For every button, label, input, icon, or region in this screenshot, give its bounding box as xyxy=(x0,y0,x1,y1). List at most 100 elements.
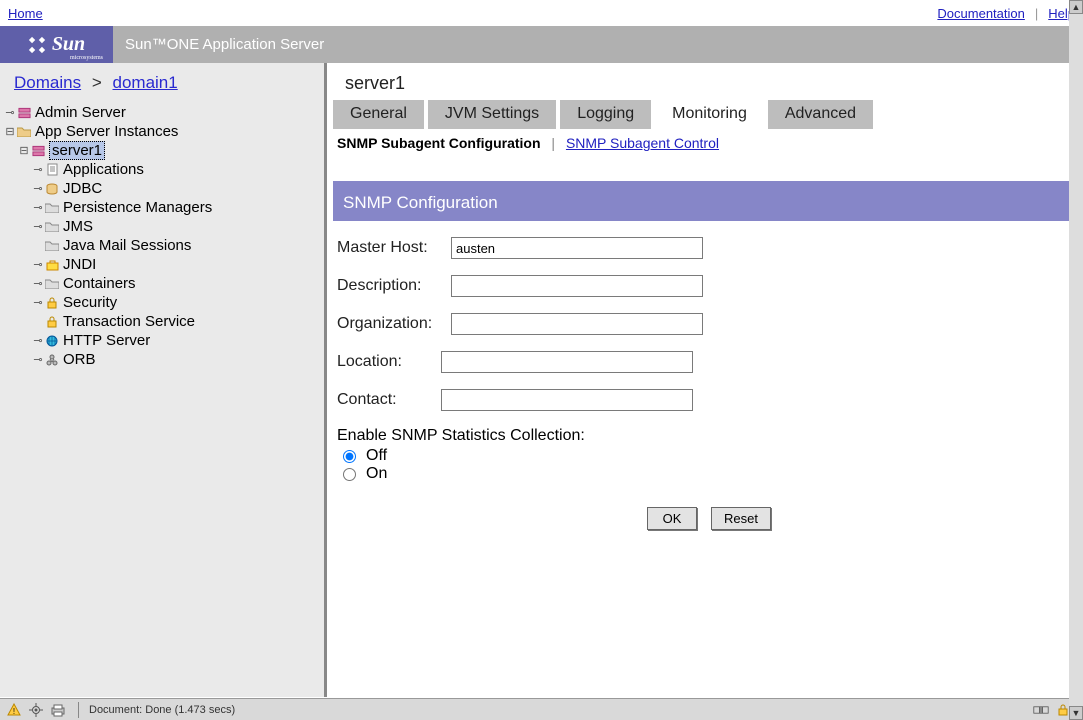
status-split-icon[interactable] xyxy=(1033,703,1049,717)
tree-toggle-icon[interactable]: ⊸ xyxy=(32,277,44,290)
organization-label: Organization: xyxy=(337,315,451,333)
contact-label: Contact: xyxy=(337,391,441,409)
subtabs: SNMP Subagent Configuration | SNMP Subag… xyxy=(327,129,1083,157)
topbar-separator: | xyxy=(1035,6,1038,21)
tree-label: Transaction Service xyxy=(63,313,195,330)
statusbar: ! Document: Done (1.473 secs) xyxy=(0,698,1083,720)
tree-toggle-icon[interactable]: ⊟ xyxy=(18,144,30,157)
snmp-config-form: Master Host: Description: Organization: … xyxy=(333,221,1077,530)
breadcrumb-domain1[interactable]: domain1 xyxy=(113,73,178,92)
ok-button[interactable]: OK xyxy=(647,507,697,530)
tree-toggle-icon[interactable]: ⊸ xyxy=(32,163,44,176)
enable-snmp-label: Enable SNMP Statistics Collection: xyxy=(337,427,1077,445)
banner: Sun microsystems Sun™ONE Application Ser… xyxy=(0,26,1083,63)
radio-on[interactable] xyxy=(343,468,356,481)
tree-toggle-icon[interactable]: ⊸ xyxy=(32,220,44,233)
tree-label: ORB xyxy=(63,351,96,368)
tab-monitoring[interactable]: Monitoring xyxy=(655,100,764,129)
tree-label: HTTP Server xyxy=(63,332,150,349)
tree-admin-server[interactable]: ⊸ Admin Server xyxy=(4,103,316,122)
window-scrollbar[interactable]: ▲ ▼ xyxy=(1069,0,1083,720)
description-input[interactable] xyxy=(451,275,703,297)
logo-subtext: microsystems xyxy=(70,55,103,61)
tree-toggle-icon[interactable]: ⊸ xyxy=(4,106,16,119)
tab-advanced[interactable]: Advanced xyxy=(768,100,873,129)
tree-toggle-icon[interactable]: ⊟ xyxy=(4,125,16,138)
topbar: Home Documentation | Help xyxy=(0,0,1083,26)
jndi-icon xyxy=(44,259,60,271)
folder-icon xyxy=(44,221,60,232)
organization-input[interactable] xyxy=(451,313,703,335)
tree-panel: Domains > domain1 ⊸ Admin Server ⊟ App S… xyxy=(0,63,327,697)
subtab-snmp-config[interactable]: SNMP Subagent Configuration xyxy=(337,135,541,151)
lock-icon xyxy=(44,316,60,328)
tree: ⊸ Admin Server ⊟ App Server Instances ⊟ … xyxy=(0,103,324,369)
tab-general[interactable]: General xyxy=(333,100,424,129)
snmp-config-panel: SNMP Configuration Master Host: Descript… xyxy=(333,181,1077,530)
tree-toggle-icon[interactable]: ⊸ xyxy=(32,296,44,309)
tab-jvm-settings[interactable]: JVM Settings xyxy=(428,100,556,129)
folder-icon xyxy=(44,278,60,289)
status-gear-icon xyxy=(28,703,44,717)
svg-text:!: ! xyxy=(13,707,15,716)
sun-icon xyxy=(28,36,46,54)
home-link[interactable]: Home xyxy=(8,6,43,21)
scroll-up-icon[interactable]: ▲ xyxy=(1069,0,1083,14)
statusbar-separator xyxy=(78,702,79,718)
tree-toggle-icon[interactable]: ⊸ xyxy=(32,182,44,195)
location-input[interactable] xyxy=(441,351,693,373)
master-host-input[interactable] xyxy=(451,237,703,259)
tree-http-server[interactable]: ⊸ HTTP Server xyxy=(4,331,316,350)
tab-logging[interactable]: Logging xyxy=(560,100,651,129)
tree-label: Security xyxy=(63,294,117,311)
document-icon xyxy=(44,163,60,176)
tree-server1[interactable]: ⊟ server1 xyxy=(4,141,316,160)
documentation-link[interactable]: Documentation xyxy=(937,6,1024,21)
tree-toggle-icon[interactable]: ⊸ xyxy=(32,334,44,347)
contact-input[interactable] xyxy=(441,389,693,411)
globe-icon xyxy=(44,335,60,347)
content-panel: server1 General JVM Settings Logging Mon… xyxy=(327,63,1083,697)
panel-header: SNMP Configuration xyxy=(333,181,1077,221)
server-icon xyxy=(30,145,46,157)
tree-label: Applications xyxy=(63,161,144,178)
tabs: General JVM Settings Logging Monitoring … xyxy=(327,100,1083,129)
server-icon xyxy=(16,107,32,119)
folder-icon xyxy=(44,240,60,251)
reset-button[interactable]: Reset xyxy=(711,507,771,530)
tree-jndi[interactable]: ⊸ JNDI xyxy=(4,255,316,274)
tree-jms[interactable]: ⊸ JMS xyxy=(4,217,316,236)
tree-toggle-icon[interactable]: ⊸ xyxy=(32,201,44,214)
tree-security[interactable]: ⊸ Security xyxy=(4,293,316,312)
tree-applications[interactable]: ⊸ Applications xyxy=(4,160,316,179)
tree-jdbc[interactable]: ⊸ JDBC xyxy=(4,179,316,198)
orb-icon xyxy=(44,354,60,366)
radio-off[interactable] xyxy=(343,450,356,463)
subtab-snmp-control[interactable]: SNMP Subagent Control xyxy=(566,135,719,151)
tree-label: App Server Instances xyxy=(35,123,178,140)
status-print-icon xyxy=(50,703,66,717)
statusbar-text: Document: Done (1.473 secs) xyxy=(85,704,1033,716)
tree-app-server-instances[interactable]: ⊟ App Server Instances xyxy=(4,122,316,141)
page-title: server1 xyxy=(327,63,1083,100)
tree-persistence[interactable]: ⊸ Persistence Managers xyxy=(4,198,316,217)
tree-label: JDBC xyxy=(63,180,102,197)
scroll-down-icon[interactable]: ▼ xyxy=(1069,706,1083,720)
status-alert-icon: ! xyxy=(6,703,22,717)
breadcrumb-domains[interactable]: Domains xyxy=(14,73,81,92)
folder-icon xyxy=(44,202,60,213)
tree-transaction[interactable]: Transaction Service xyxy=(4,312,316,331)
radio-off-label: Off xyxy=(366,447,387,465)
tree-label: server1 xyxy=(49,141,105,160)
tree-label: Persistence Managers xyxy=(63,199,212,216)
database-icon xyxy=(44,183,60,195)
tree-containers[interactable]: ⊸ Containers xyxy=(4,274,316,293)
tree-toggle-icon[interactable]: ⊸ xyxy=(32,258,44,271)
tree-label: JNDI xyxy=(63,256,96,273)
tree-label: Java Mail Sessions xyxy=(63,237,191,254)
folder-icon xyxy=(16,126,32,137)
tree-java-mail[interactable]: Java Mail Sessions xyxy=(4,236,316,255)
tree-toggle-icon[interactable]: ⊸ xyxy=(32,353,44,366)
banner-title: Sun™ONE Application Server xyxy=(113,26,1083,63)
tree-orb[interactable]: ⊸ ORB xyxy=(4,350,316,369)
